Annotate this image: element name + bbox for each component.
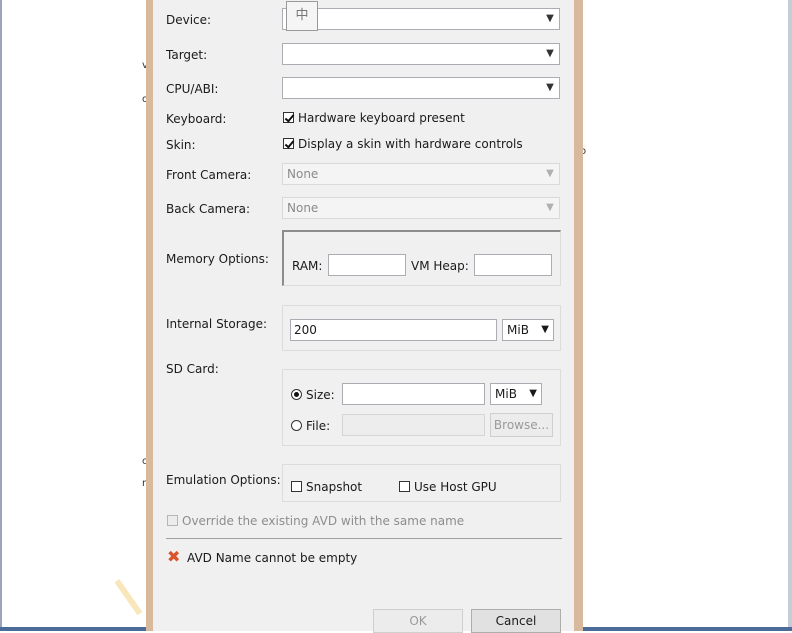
sd-size-unit: MiB: [495, 387, 517, 401]
chevron-down-icon: ▼: [546, 13, 554, 24]
internal-storage-value: 200: [294, 323, 317, 337]
memory-options-label: Memory Options:: [166, 252, 269, 266]
front-camera-value: None: [287, 167, 319, 181]
sd-file-input[interactable]: [342, 414, 485, 436]
ime-indicator-icon: 中: [286, 1, 318, 31]
display-skin-checkbox[interactable]: [283, 138, 294, 149]
host-gpu-checkbox[interactable]: [399, 481, 410, 492]
target-label: Target:: [166, 48, 208, 62]
cancel-button[interactable]: Cancel: [471, 609, 561, 633]
snapshot-label: Snapshot: [306, 480, 363, 494]
keyboard-label: Keyboard:: [166, 112, 227, 126]
override-avd-label: Override the existing AVD with the same …: [182, 514, 465, 528]
chevron-down-icon: ▼: [546, 48, 554, 59]
back-camera-label: Back Camera:: [166, 202, 251, 216]
create-avd-dialog: Device: ▼ 中 Target: ▼ CPU/ABI: ▼ Keyboar…: [153, 0, 574, 633]
chevron-down-icon: ▼: [546, 82, 554, 93]
internal-storage-unit: MiB: [507, 323, 529, 337]
vm-heap-input[interactable]: [474, 254, 552, 276]
ram-label: RAM:: [292, 259, 323, 273]
hardware-keyboard-label: Hardware keyboard present: [298, 111, 465, 125]
device-label: Device:: [166, 13, 212, 27]
sd-file-radio[interactable]: [291, 420, 302, 431]
snapshot-checkbox[interactable]: [291, 481, 302, 492]
browse-button[interactable]: Browse...: [490, 413, 553, 437]
front-camera-select[interactable]: None ▼: [282, 163, 560, 185]
sd-card-label: SD Card:: [166, 362, 219, 376]
sd-file-label: File:: [306, 419, 331, 433]
chevron-down-icon: ▼: [529, 388, 537, 399]
cpu-abi-label: CPU/ABI:: [166, 82, 219, 96]
emulation-options-label: Emulation Options:: [166, 473, 281, 487]
sd-size-unit-select[interactable]: MiB ▼: [490, 383, 542, 405]
device-select[interactable]: ▼: [282, 8, 560, 30]
internal-storage-label: Internal Storage:: [166, 317, 268, 331]
chevron-down-icon: ▼: [546, 168, 554, 179]
internal-storage-unit-select[interactable]: MiB ▼: [502, 319, 554, 341]
internal-storage-input[interactable]: 200: [290, 319, 497, 341]
background-window-edge: [0, 0, 2, 631]
error-message: AVD Name cannot be empty: [187, 551, 358, 565]
display-skin-label: Display a skin with hardware controls: [298, 137, 523, 151]
host-gpu-label: Use Host GPU: [414, 480, 497, 494]
hardware-keyboard-checkbox[interactable]: [283, 112, 294, 123]
vm-heap-label: VM Heap:: [411, 259, 469, 273]
skin-label: Skin:: [166, 138, 196, 152]
sd-size-radio[interactable]: [291, 389, 302, 400]
ok-button[interactable]: OK: [373, 609, 463, 633]
sd-size-label: Size:: [306, 388, 335, 402]
chevron-down-icon: ▼: [541, 324, 549, 335]
chevron-down-icon: ▼: [546, 202, 554, 213]
ram-input[interactable]: [328, 254, 406, 276]
override-avd-checkbox[interactable]: [167, 515, 178, 526]
back-camera-value: None: [287, 201, 319, 215]
separator: [166, 538, 562, 539]
back-camera-select[interactable]: None ▼: [282, 197, 560, 219]
sd-size-input[interactable]: [342, 383, 485, 405]
front-camera-label: Front Camera:: [166, 168, 252, 182]
error-x-icon: ✖: [167, 547, 181, 566]
background-window-edge: [788, 0, 792, 631]
target-select[interactable]: ▼: [282, 43, 560, 65]
cpu-abi-select[interactable]: ▼: [282, 77, 560, 99]
